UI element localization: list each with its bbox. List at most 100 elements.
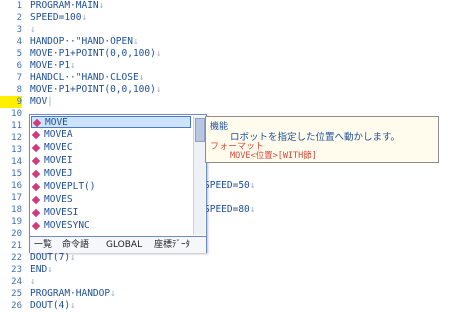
line-number: 12 (11, 133, 22, 143)
line-end-mark: ↓ (155, 84, 162, 95)
code-line[interactable]: 8 MOVE·P1+POINT(0,0,100)↓ (0, 84, 458, 96)
completion-item[interactable]: MOVEC (31, 142, 191, 154)
completion-item[interactable]: MOVEA (31, 129, 191, 141)
line-number: 1 (16, 1, 22, 11)
completion-tabs: 一覧 命令語 GLOBAL 座標ﾃﾞｰﾀ (30, 236, 206, 253)
tab-global[interactable]: GLOBAL (106, 238, 142, 252)
line-number: 2 (16, 13, 22, 23)
completion-item[interactable]: MOVEPLT() (31, 181, 191, 193)
tab-coordinate-data[interactable]: 座標ﾃﾞｰﾀ (154, 238, 190, 252)
line-end-mark: ↓ (70, 252, 76, 263)
code-text: DOUT(4)↓ (30, 300, 76, 312)
line-end-mark: ↓ (70, 60, 76, 71)
scrollbar-thumb[interactable] (195, 118, 205, 142)
line-end-mark: ↓ (81, 12, 88, 23)
keyword-icon (31, 208, 41, 218)
keyword-icon (31, 195, 41, 205)
line-end-mark: ↓ (47, 264, 53, 275)
code-text: DOUT(7)↓ (30, 252, 76, 264)
tab-list[interactable]: 一覧 (34, 238, 52, 252)
line-end-mark: ↓ (249, 180, 256, 191)
completion-item[interactable]: MOVESYNC (31, 220, 191, 232)
code-text: PROGRAM·MAIN↓ (30, 0, 104, 12)
code-token: MOVE·P1+POINT(0,0,100) (30, 84, 156, 95)
line-number: 5 (16, 49, 22, 59)
code-text: ↓ (30, 276, 36, 288)
line-number: 8 (16, 85, 22, 95)
keyword-icon (31, 143, 41, 153)
code-line[interactable]: 22 DOUT(7)↓ (0, 252, 458, 264)
line-number: 3 (16, 25, 22, 35)
line-end-mark: ↓ (70, 300, 76, 311)
code-text: SPEED=100↓ (30, 12, 87, 24)
line-number: 4 (16, 37, 22, 47)
code-token: HANDOP··"HAND·OPEN (30, 36, 133, 47)
line-end-mark: ↓ (110, 288, 116, 299)
code-line[interactable]: 23 END↓ (0, 264, 458, 276)
line-number: 26 (11, 301, 22, 311)
line-number: 16 (11, 181, 22, 191)
completion-item[interactable]: MOVE (31, 116, 191, 128)
line-end-mark: ↓ (132, 36, 139, 47)
keyword-icon (32, 118, 42, 128)
line-end-mark: ↓ (98, 0, 105, 11)
code-text: MOV| (30, 96, 53, 108)
code-line[interactable]: 24 ↓ (0, 276, 458, 288)
line-end-mark: ↓ (30, 276, 36, 287)
code-text: ↓ (30, 24, 36, 36)
keyword-icon (31, 221, 41, 231)
line-number: 19 (11, 217, 22, 227)
autocomplete-popup[interactable]: MOVE MOVEA MOVEC MOVEI MOVEJ MOVEPLT() M… (29, 114, 207, 253)
code-text: MOVE·P1+POINT(0,0,100)↓ (30, 84, 162, 96)
code-token: DOUT(4) (30, 300, 71, 311)
code-line[interactable]: 5 MOVE·P1+POINT(0,0,100)↓ (0, 48, 458, 60)
completion-item[interactable]: MOVESI (31, 207, 191, 219)
code-line[interactable]: 3 ↓ (0, 24, 458, 36)
code-line[interactable]: 4 HANDOP··"HAND·OPEN↓ (0, 36, 458, 48)
line-number: 13 (11, 145, 22, 155)
tab-instructions[interactable]: 命令語 (62, 238, 89, 252)
code-line[interactable]: 26 DOUT(4)↓ (0, 300, 458, 312)
code-token: SPEED=80 (204, 204, 250, 215)
code-line[interactable]: 25 PROGRAM·HANDOP↓ (0, 288, 458, 300)
code-text: HANDCL··"HAND·CLOSE↓ (30, 72, 144, 84)
tooltip-format: MOVE<位置>[WITH節] (230, 151, 317, 161)
line-number: 6 (16, 61, 22, 71)
completion-item[interactable]: MOVES (31, 194, 191, 206)
code-token: MOVE·P1+POINT(0,0,100) (30, 48, 156, 59)
code-token: PROGRAM·HANDOP (30, 288, 111, 299)
line-end-mark: ↓ (155, 48, 162, 59)
code-token: END (30, 264, 48, 275)
line-end-mark: ↓ (249, 204, 256, 215)
line-number: 10 (11, 109, 22, 119)
completion-scrollbar[interactable] (193, 116, 205, 235)
code-token: PROGRAM·MAIN (30, 0, 99, 11)
code-text: MOVE·P1↓ (30, 60, 76, 72)
code-text: SPEED=50↓ (204, 180, 256, 192)
text-cursor: | (47, 96, 53, 107)
keyword-icon (31, 169, 41, 179)
code-line-current[interactable]: 9 MOV| (0, 96, 458, 108)
line-number: 11 (11, 121, 22, 131)
code-text: MOVE·P1+POINT(0,0,100)↓ (30, 48, 162, 60)
code-line[interactable]: 1 PROGRAM·MAIN↓ (0, 0, 458, 12)
completion-item[interactable]: MOVEI (31, 155, 191, 167)
code-token: MOVE·P1 (30, 60, 71, 71)
code-text: END↓ (30, 264, 53, 276)
code-line[interactable]: 6 MOVE·P1↓ (0, 60, 458, 72)
code-text: SPEED=80↓ (204, 204, 256, 216)
code-token: SPEED=50 (204, 180, 250, 191)
code-token: HANDCL··"HAND·CLOSE (30, 72, 139, 83)
code-line[interactable]: 2 SPEED=100↓ (0, 12, 458, 24)
completion-item[interactable]: MOVEJ (31, 168, 191, 180)
description-tooltip: 機能 ロボットを指定した位置へ動かします。 フォーマット MOVE<位置>[WI… (205, 116, 439, 163)
code-text: PROGRAM·HANDOP↓ (30, 288, 116, 300)
code-token: DOUT(7) (30, 252, 71, 263)
tooltip-heading: 機能 (210, 122, 229, 132)
code-line[interactable]: 7 HANDCL··"HAND·CLOSE↓ (0, 72, 458, 84)
line-number: 24 (11, 277, 22, 287)
keyword-icon (31, 156, 41, 166)
line-end-mark: ↓ (138, 72, 145, 83)
keyword-icon (31, 182, 41, 192)
code-editor[interactable]: 1 PROGRAM·MAIN↓ 2 SPEED=100↓ 3 ↓ 4 HANDOP··"… (0, 0, 458, 311)
